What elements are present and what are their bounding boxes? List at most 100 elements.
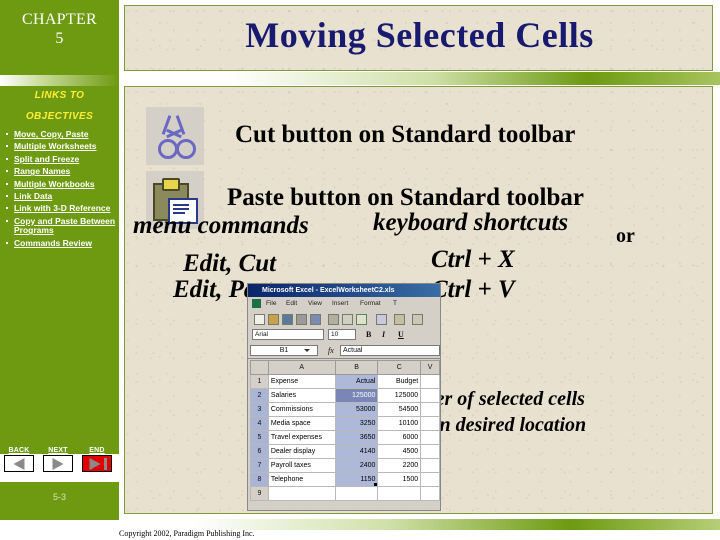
cell-c3[interactable]: 54500: [377, 402, 422, 417]
cell-c6[interactable]: 4500: [377, 444, 422, 459]
cut-icon[interactable]: [376, 314, 387, 325]
column-header-a[interactable]: A: [267, 360, 336, 375]
sidebar-item-commands-review[interactable]: Commands Review: [4, 238, 118, 248]
column-header-c[interactable]: C: [377, 360, 422, 375]
cell-d4[interactable]: [420, 416, 440, 431]
cell-d1[interactable]: [420, 374, 440, 389]
row-header[interactable]: 5: [250, 430, 269, 445]
sidebar-item-split-and-freeze[interactable]: Split and Freeze: [4, 154, 118, 164]
cell-d8[interactable]: [420, 472, 440, 487]
excel-formula-bar[interactable]: B1 fx Actual: [248, 343, 440, 359]
cell-b5[interactable]: 3650: [334, 430, 379, 445]
underline-button[interactable]: U: [398, 330, 404, 339]
spelling-icon[interactable]: [328, 314, 339, 325]
cell-c4[interactable]: 10100: [377, 416, 422, 431]
next-button[interactable]: NEXT: [43, 447, 73, 472]
excel-standard-toolbar[interactable]: [248, 311, 440, 328]
cell-a1[interactable]: Expense: [267, 374, 336, 389]
keyboard-shortcuts-heading: keyboard shortcuts: [373, 209, 569, 236]
cut-toolbar-button[interactable]: [146, 107, 204, 165]
bold-button[interactable]: B: [366, 330, 371, 339]
formula-input[interactable]: Actual: [340, 345, 440, 356]
check-icon[interactable]: [356, 314, 367, 325]
print-preview-icon[interactable]: [310, 314, 321, 325]
cell-c1[interactable]: Budget: [377, 374, 422, 389]
row-header[interactable]: 1: [250, 374, 269, 389]
cell-d3[interactable]: [420, 402, 440, 417]
select-all-corner[interactable]: [250, 360, 269, 375]
cell-a3[interactable]: Commissions: [267, 402, 336, 417]
function-icon[interactable]: fx: [328, 346, 334, 355]
column-header-d[interactable]: V: [420, 360, 440, 375]
search-icon[interactable]: [342, 314, 353, 325]
menu-item-edit[interactable]: Edit: [286, 300, 297, 307]
row-header[interactable]: 7: [250, 458, 269, 473]
font-name-combo[interactable]: Arial: [252, 329, 324, 340]
back-button[interactable]: BACK: [4, 447, 34, 472]
cell-c8[interactable]: 1500: [377, 472, 422, 487]
copy-icon[interactable]: [394, 314, 405, 325]
menu-item-insert[interactable]: Insert: [332, 300, 348, 307]
column-header-b[interactable]: B: [334, 360, 379, 375]
cell-d5[interactable]: [420, 430, 440, 445]
row-header[interactable]: 2: [250, 388, 269, 403]
cell-b9[interactable]: [334, 486, 379, 501]
cell-b4[interactable]: 3250: [334, 416, 379, 431]
excel-menu-bar[interactable]: File Edit View Insert Format T: [248, 297, 440, 312]
cell-d2[interactable]: [420, 388, 440, 403]
sidebar-item-multiple-worksheets[interactable]: Multiple Worksheets: [4, 142, 118, 151]
end-button-box[interactable]: [82, 455, 112, 472]
save-icon[interactable]: [282, 314, 293, 325]
row-header[interactable]: 6: [250, 444, 269, 459]
row-header[interactable]: 8: [250, 472, 269, 487]
excel-formatting-toolbar[interactable]: Arial 10 B I U: [248, 327, 440, 343]
paste-icon[interactable]: [412, 314, 423, 325]
italic-button[interactable]: I: [382, 330, 385, 339]
cell-a2[interactable]: Salaries: [267, 388, 336, 403]
print-icon[interactable]: [296, 314, 307, 325]
chevron-down-icon[interactable]: [304, 349, 310, 352]
next-button-box[interactable]: [43, 455, 73, 472]
end-button[interactable]: END: [82, 447, 112, 472]
cell-a8[interactable]: Telephone: [267, 472, 336, 487]
sidebar-item-range-names[interactable]: Range Names: [4, 167, 118, 176]
row-header[interactable]: 4: [250, 416, 269, 431]
menu-item-view[interactable]: View: [308, 300, 322, 307]
cell-d7[interactable]: [420, 458, 440, 473]
cell-b6[interactable]: 4140: [334, 444, 379, 459]
menu-item-tools[interactable]: T: [393, 300, 397, 307]
sidebar-item-move-copy-paste[interactable]: Move, Copy, Paste: [4, 129, 118, 139]
cell-b3[interactable]: 53000: [334, 402, 379, 417]
sidebar-item-multiple-workbooks[interactable]: Multiple Workbooks: [4, 179, 118, 189]
fill-handle[interactable]: [374, 483, 377, 486]
cell-a9[interactable]: [267, 486, 336, 501]
open-icon[interactable]: [268, 314, 279, 325]
row-header[interactable]: 9: [250, 486, 269, 501]
cell-d6[interactable]: [420, 444, 440, 459]
ctrl-v-shortcut: Ctrl + V: [431, 276, 515, 303]
menu-item-format[interactable]: Format: [360, 300, 381, 307]
cell-a5[interactable]: Travel expenses: [267, 430, 336, 445]
navigation-buttons: BACK NEXT END: [4, 447, 116, 481]
cell-b2[interactable]: 125000: [334, 388, 379, 403]
cell-a4[interactable]: Media space: [267, 416, 336, 431]
new-icon[interactable]: [254, 314, 265, 325]
back-button-box[interactable]: [4, 455, 34, 472]
cell-a6[interactable]: Dealer display: [267, 444, 336, 459]
cell-a7[interactable]: Payroll taxes: [267, 458, 336, 473]
row-header[interactable]: 3: [250, 402, 269, 417]
font-size-combo[interactable]: 10: [328, 329, 356, 340]
cell-c5[interactable]: 6000: [377, 430, 422, 445]
sidebar-item-copy-and-paste-between-programs[interactable]: Copy and Paste Between Programs: [4, 216, 118, 236]
cell-c7[interactable]: 2200: [377, 458, 422, 473]
cell-b8[interactable]: 1150: [334, 472, 379, 487]
cell-d9[interactable]: [420, 486, 440, 501]
cell-b1[interactable]: Actual: [334, 374, 379, 389]
sidebar-item-link-data[interactable]: Link Data: [4, 191, 118, 201]
cell-c2[interactable]: 125000: [377, 388, 422, 403]
sidebar-item-link-with-3d-reference[interactable]: Link with 3-D Reference: [4, 204, 118, 213]
menu-item-file[interactable]: File: [266, 300, 276, 307]
spreadsheet-grid[interactable]: A B C V 1 Expense Actual Budget 2 Salari…: [250, 360, 440, 510]
cell-c9[interactable]: [377, 486, 422, 501]
cell-b7[interactable]: 2400: [334, 458, 379, 473]
